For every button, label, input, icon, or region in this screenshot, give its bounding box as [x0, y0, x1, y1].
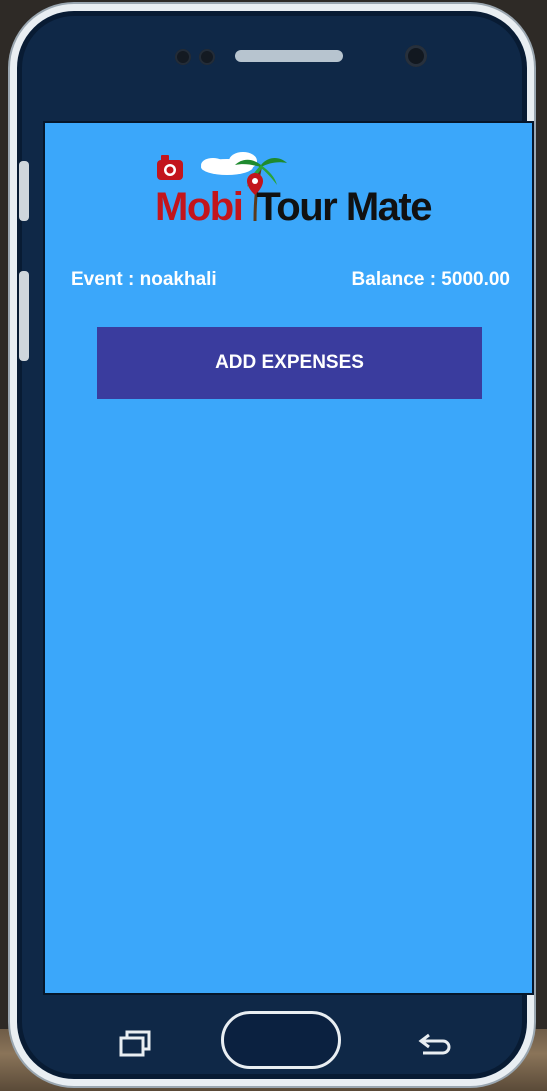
logo-wordmark: Mobi Tour Mate [155, 185, 432, 230]
event-info-row: Event : noakhali Balance : 5000.00 [45, 269, 532, 295]
recent-apps-icon[interactable] [117, 1029, 153, 1059]
volume-up-button [19, 161, 29, 221]
logo-text-tour-mate: Tour Mate [256, 185, 432, 229]
navigation-bar [17, 1001, 527, 1081]
app-screen: Mobi Tour Mate Event : noakhali Balance :… [45, 123, 532, 993]
home-button[interactable] [221, 1011, 341, 1069]
app-logo: Mobi Tour Mate [155, 151, 435, 241]
camera-icon [157, 155, 183, 180]
earpiece-speaker [235, 50, 343, 62]
sensor-dot [175, 49, 191, 65]
logo-text-mobi: Mobi [155, 185, 244, 229]
balance-amount: Balance : 5000.00 [351, 269, 510, 290]
add-expenses-button[interactable]: ADD EXPENSES [97, 327, 482, 399]
sensor-dot [199, 49, 215, 65]
front-camera [405, 45, 427, 67]
phone-frame: Mobi Tour Mate Event : noakhali Balance :… [10, 4, 534, 1086]
event-name: Event : noakhali [71, 269, 217, 290]
back-icon[interactable] [417, 1031, 453, 1057]
volume-down-button [19, 271, 29, 361]
